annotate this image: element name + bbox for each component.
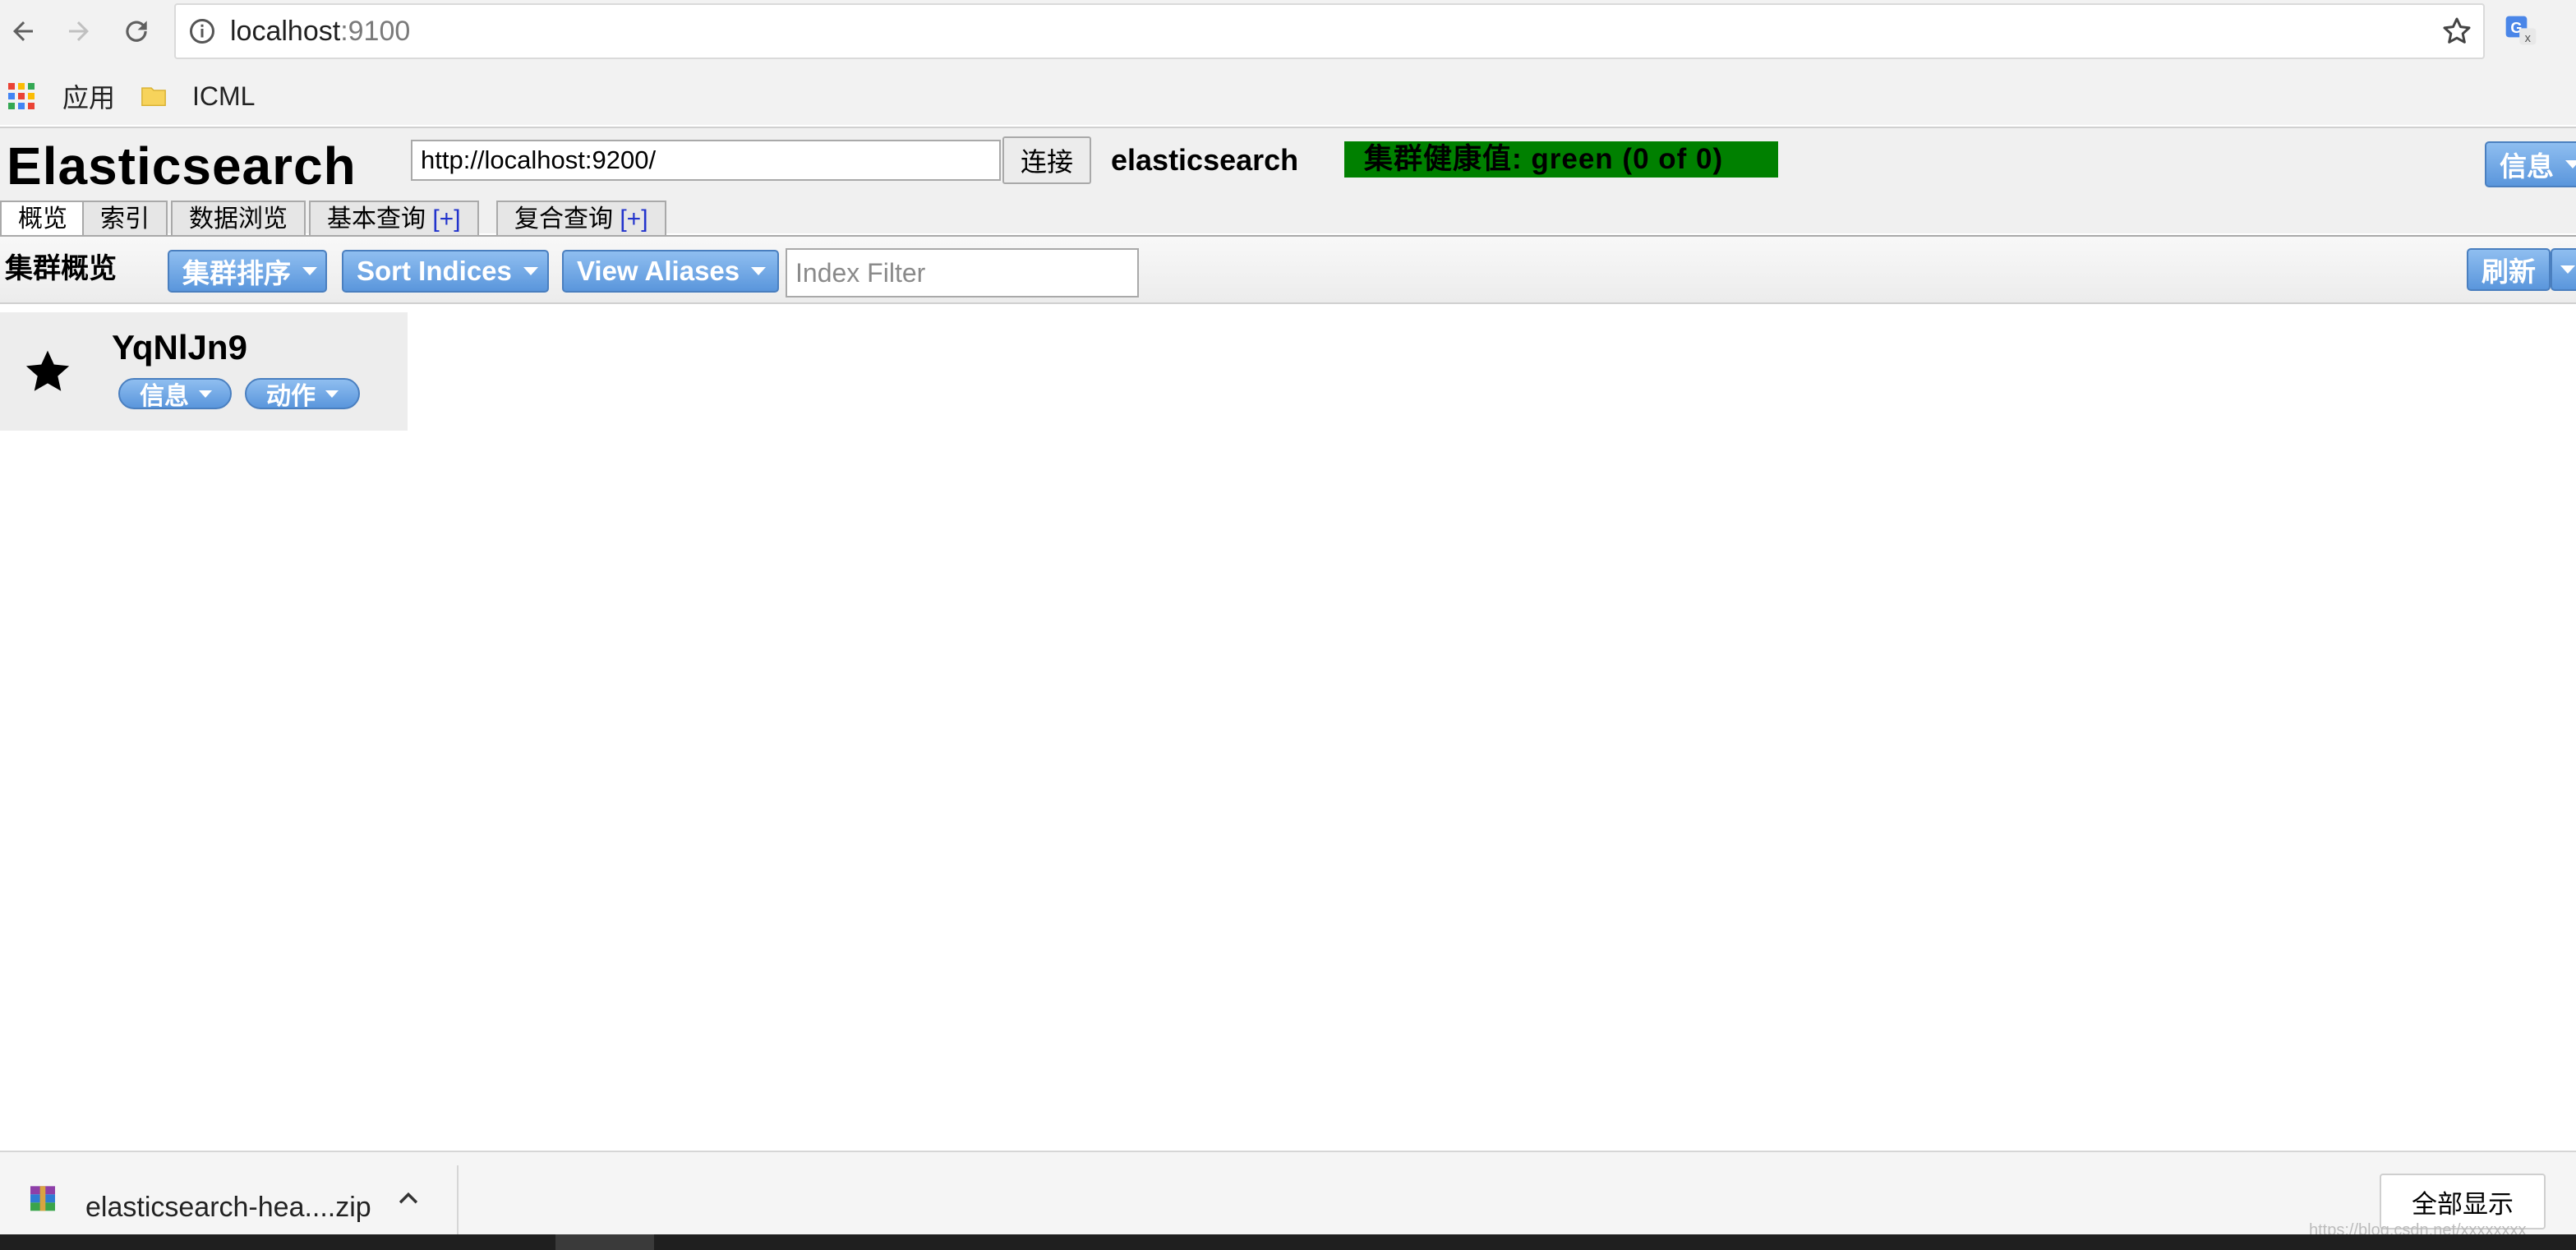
- tab-label: 基本查询: [327, 205, 433, 233]
- master-star-icon: [21, 345, 74, 402]
- connect-button[interactable]: 连接: [1002, 136, 1091, 184]
- download-file-name[interactable]: elasticsearch-hea....zip: [85, 1152, 371, 1236]
- browser-chrome: localhost:9100 Gx 应用 ICML: [0, 0, 2576, 125]
- node-info-label: 信息: [140, 383, 189, 410]
- tab-compound-query[interactable]: 复合查询 [+]: [496, 201, 666, 237]
- cluster-name: elasticsearch: [1111, 143, 1299, 177]
- chevron-down-icon: [199, 390, 212, 398]
- sort-cluster-label: 集群排序: [182, 258, 291, 288]
- bookmark-star-icon[interactable]: [2440, 15, 2473, 52]
- forward-button[interactable]: [56, 8, 102, 54]
- tab-browser[interactable]: 数据浏览: [171, 201, 306, 237]
- bookmark-bar: 应用 ICML: [0, 71, 2576, 122]
- chevron-down-icon: [523, 267, 538, 275]
- tab-plus[interactable]: [+]: [620, 205, 647, 233]
- download-separator: [457, 1165, 459, 1234]
- es-head-app: Elasticsearch 连接 elasticsearch 集群健康值: gr…: [0, 125, 2576, 1151]
- tab-label: 复合查询: [514, 205, 620, 233]
- index-filter-input[interactable]: [786, 248, 1139, 298]
- app-title: Elasticsearch: [7, 136, 357, 196]
- tab-label: 概览: [18, 205, 67, 233]
- chevron-down-icon: [302, 267, 317, 275]
- archive-file-icon: [26, 1183, 59, 1220]
- url-port: :9100: [340, 16, 411, 47]
- overview-toolbar: 集群概览 集群排序 Sort Indices View Aliases 刷新: [0, 235, 2576, 304]
- sort-indices-button[interactable]: Sort Indices: [342, 250, 549, 293]
- cluster-url-input[interactable]: [411, 140, 1001, 181]
- apps-grid-icon: [8, 83, 35, 109]
- back-button[interactable]: [0, 8, 46, 54]
- reload-icon: [126, 21, 147, 42]
- refresh-label: 刷新: [2482, 256, 2536, 287]
- bookmark-icml-label: ICML: [192, 81, 256, 111]
- tab-label: 索引: [100, 205, 150, 233]
- taskbar-active-item[interactable]: [555, 1234, 654, 1250]
- header-info-label: 信息: [2500, 151, 2554, 182]
- sort-cluster-button[interactable]: 集群排序: [168, 250, 327, 293]
- chevron-up-icon[interactable]: [394, 1185, 422, 1217]
- os-taskbar: [0, 1234, 2576, 1250]
- forward-arrow-icon: [69, 21, 89, 41]
- chevron-down-icon: [325, 390, 339, 398]
- chevron-down-icon: [2560, 265, 2575, 274]
- view-aliases-button[interactable]: View Aliases: [562, 250, 779, 293]
- node-name: YqNlJn9: [112, 328, 247, 367]
- header-info-button[interactable]: 信息: [2485, 141, 2576, 187]
- tab-label: 数据浏览: [189, 205, 288, 233]
- bookmark-icml[interactable]: ICML: [140, 71, 255, 122]
- address-bar[interactable]: localhost:9100: [174, 3, 2485, 59]
- info-icon[interactable]: [187, 16, 217, 50]
- sort-indices-label: Sort Indices: [357, 256, 512, 286]
- chevron-down-icon: [751, 267, 767, 275]
- bookmark-apps[interactable]: 应用: [8, 71, 115, 122]
- reload-button[interactable]: [113, 8, 159, 54]
- back-arrow-icon: [13, 21, 33, 41]
- tab-plus[interactable]: [+]: [432, 205, 460, 233]
- folder-icon: [141, 87, 166, 107]
- download-shelf: elasticsearch-hea....zip 全部显示: [0, 1151, 2576, 1234]
- node-card: YqNlJn9 信息 动作: [0, 312, 408, 431]
- refresh-interval-dropdown[interactable]: [2551, 248, 2576, 291]
- refresh-button[interactable]: 刷新: [2467, 248, 2551, 291]
- tab-basic-query[interactable]: 基本查询 [+]: [309, 201, 479, 237]
- chevron-down-icon: [2565, 160, 2576, 168]
- url-host: localhost: [230, 16, 341, 47]
- node-action-button[interactable]: 动作: [245, 378, 360, 410]
- tab-indices[interactable]: 索引: [82, 201, 168, 237]
- node-action-label: 动作: [266, 383, 316, 410]
- translate-extension-icon[interactable]: Gx: [2503, 13, 2539, 53]
- cluster-health-badge: 集群健康值: green (0 of 0): [1344, 141, 1778, 178]
- toolbar-title: 集群概览: [5, 253, 117, 284]
- address-text[interactable]: localhost:9100: [230, 5, 410, 58]
- view-aliases-label: View Aliases: [577, 256, 740, 286]
- app-header: Elasticsearch 连接 elasticsearch 集群健康值: gr…: [0, 127, 2576, 238]
- bookmark-apps-label: 应用: [62, 83, 116, 113]
- svg-text:x: x: [2525, 32, 2532, 45]
- node-info-button[interactable]: 信息: [118, 378, 232, 410]
- tab-overview[interactable]: 概览: [0, 201, 85, 238]
